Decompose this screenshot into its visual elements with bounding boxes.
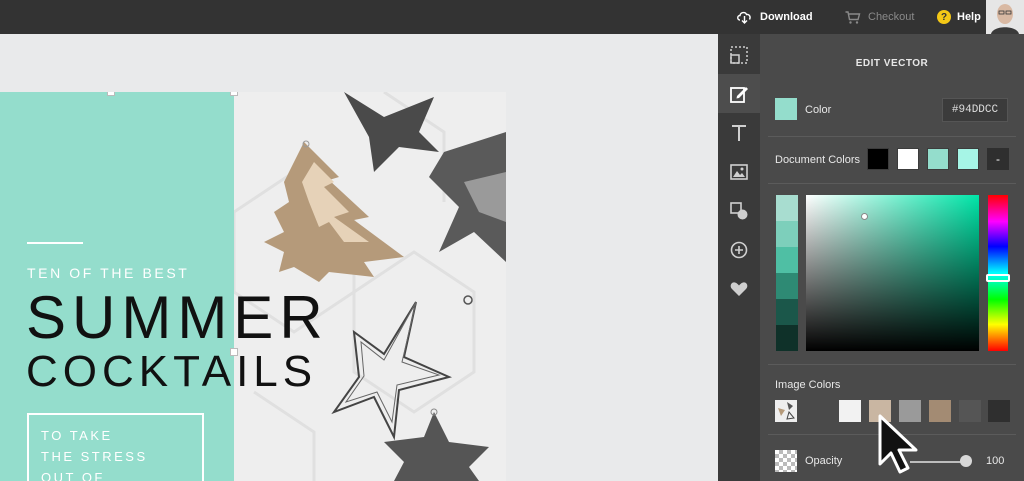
panel-title: EDIT VECTOR (855, 58, 929, 69)
crop-icon (730, 45, 748, 64)
selection-handle-top-middle[interactable] (107, 92, 115, 96)
subtitle-text[interactable]: TO TAKE THE STRESS OUT OF (41, 425, 148, 481)
shapes-icon (730, 201, 748, 219)
heart-icon (730, 281, 748, 296)
divider (768, 364, 1016, 365)
image-color-swatch[interactable] (959, 400, 981, 422)
divider (768, 136, 1016, 137)
shade-swatch[interactable] (776, 247, 798, 273)
hue-slider[interactable] (986, 195, 1010, 351)
help-label: Help (957, 11, 981, 23)
image-color-swatch[interactable] (929, 400, 951, 422)
shade-swatch[interactable] (776, 325, 798, 351)
tool-text[interactable] (718, 113, 760, 152)
image-thumbnail-swatch[interactable] (775, 400, 797, 422)
shade-swatch[interactable] (776, 195, 798, 221)
current-color-swatch[interactable] (775, 98, 797, 120)
download-button[interactable]: Download (736, 0, 813, 34)
design-page[interactable]: TEN OF THE BEST SUMMER COCKTAILS TO TAKE… (0, 92, 506, 481)
picker-cursor[interactable] (861, 213, 868, 220)
saturation-value-picker[interactable] (806, 195, 979, 351)
tool-image[interactable] (718, 152, 760, 191)
image-thumbnail-icon (775, 400, 797, 422)
divider (768, 183, 1016, 184)
cart-icon (845, 10, 861, 24)
mouse-pointer-icon (878, 414, 918, 474)
title-line-1[interactable]: SUMMER (26, 288, 329, 348)
checkout-button[interactable]: Checkout (845, 0, 914, 34)
opacity-slider-thumb[interactable] (960, 455, 972, 467)
edit-icon (730, 86, 748, 103)
checkout-label: Checkout (868, 11, 915, 23)
app-window: Download Checkout ? Help TEN OF THE BEST… (0, 0, 1024, 481)
image-icon (730, 163, 748, 180)
tool-resize[interactable] (718, 35, 760, 74)
image-color-swatch[interactable] (839, 400, 861, 422)
subtitle-box[interactable]: TO TAKE THE STRESS OUT OF (27, 413, 204, 481)
tool-favorites[interactable] (718, 269, 760, 308)
cloud-download-icon (737, 11, 751, 24)
user-photo-icon (986, 0, 1024, 34)
decorative-line (27, 242, 83, 244)
avatar[interactable] (986, 0, 1024, 34)
download-label: Download (760, 11, 813, 23)
opacity-value: 100 (986, 455, 1005, 467)
text-icon (732, 124, 746, 141)
shade-swatch[interactable] (776, 299, 798, 325)
document-color-swatch[interactable] (867, 148, 889, 170)
top-bar: Download Checkout ? Help (0, 0, 1024, 34)
tool-edit[interactable] (718, 74, 760, 113)
kicker-text[interactable]: TEN OF THE BEST (27, 265, 189, 281)
shade-swatch[interactable] (776, 273, 798, 299)
transparency-icon (775, 450, 797, 472)
tool-shapes[interactable] (718, 191, 760, 230)
add-icon (730, 241, 748, 258)
selection-handle-top-right[interactable] (230, 92, 238, 96)
help-icon: ? (937, 10, 951, 24)
title-line-2[interactable]: COCKTAILS (26, 350, 317, 394)
document-color-swatch[interactable] (897, 148, 919, 170)
shade-swatch[interactable] (776, 221, 798, 247)
color-label: Color (805, 104, 832, 116)
document-color-swatch[interactable] (927, 148, 949, 170)
remove-document-color-button[interactable]: - (987, 148, 1009, 170)
tool-add[interactable] (718, 230, 760, 269)
document-colors-label: Document Colors (775, 154, 860, 166)
image-colors-label: Image Colors (775, 379, 841, 391)
opacity-label: Opacity (805, 455, 843, 467)
hue-slider-handle[interactable] (986, 274, 1010, 282)
color-hex-input[interactable]: #94DDCC (942, 98, 1008, 122)
image-color-swatch[interactable] (988, 400, 1010, 422)
help-button[interactable]: ? Help (937, 0, 981, 34)
design-canvas[interactable]: TEN OF THE BEST SUMMER COCKTAILS TO TAKE… (0, 34, 718, 481)
tool-strip (718, 34, 760, 481)
color-shades-column (776, 195, 798, 351)
document-color-swatch[interactable] (957, 148, 979, 170)
